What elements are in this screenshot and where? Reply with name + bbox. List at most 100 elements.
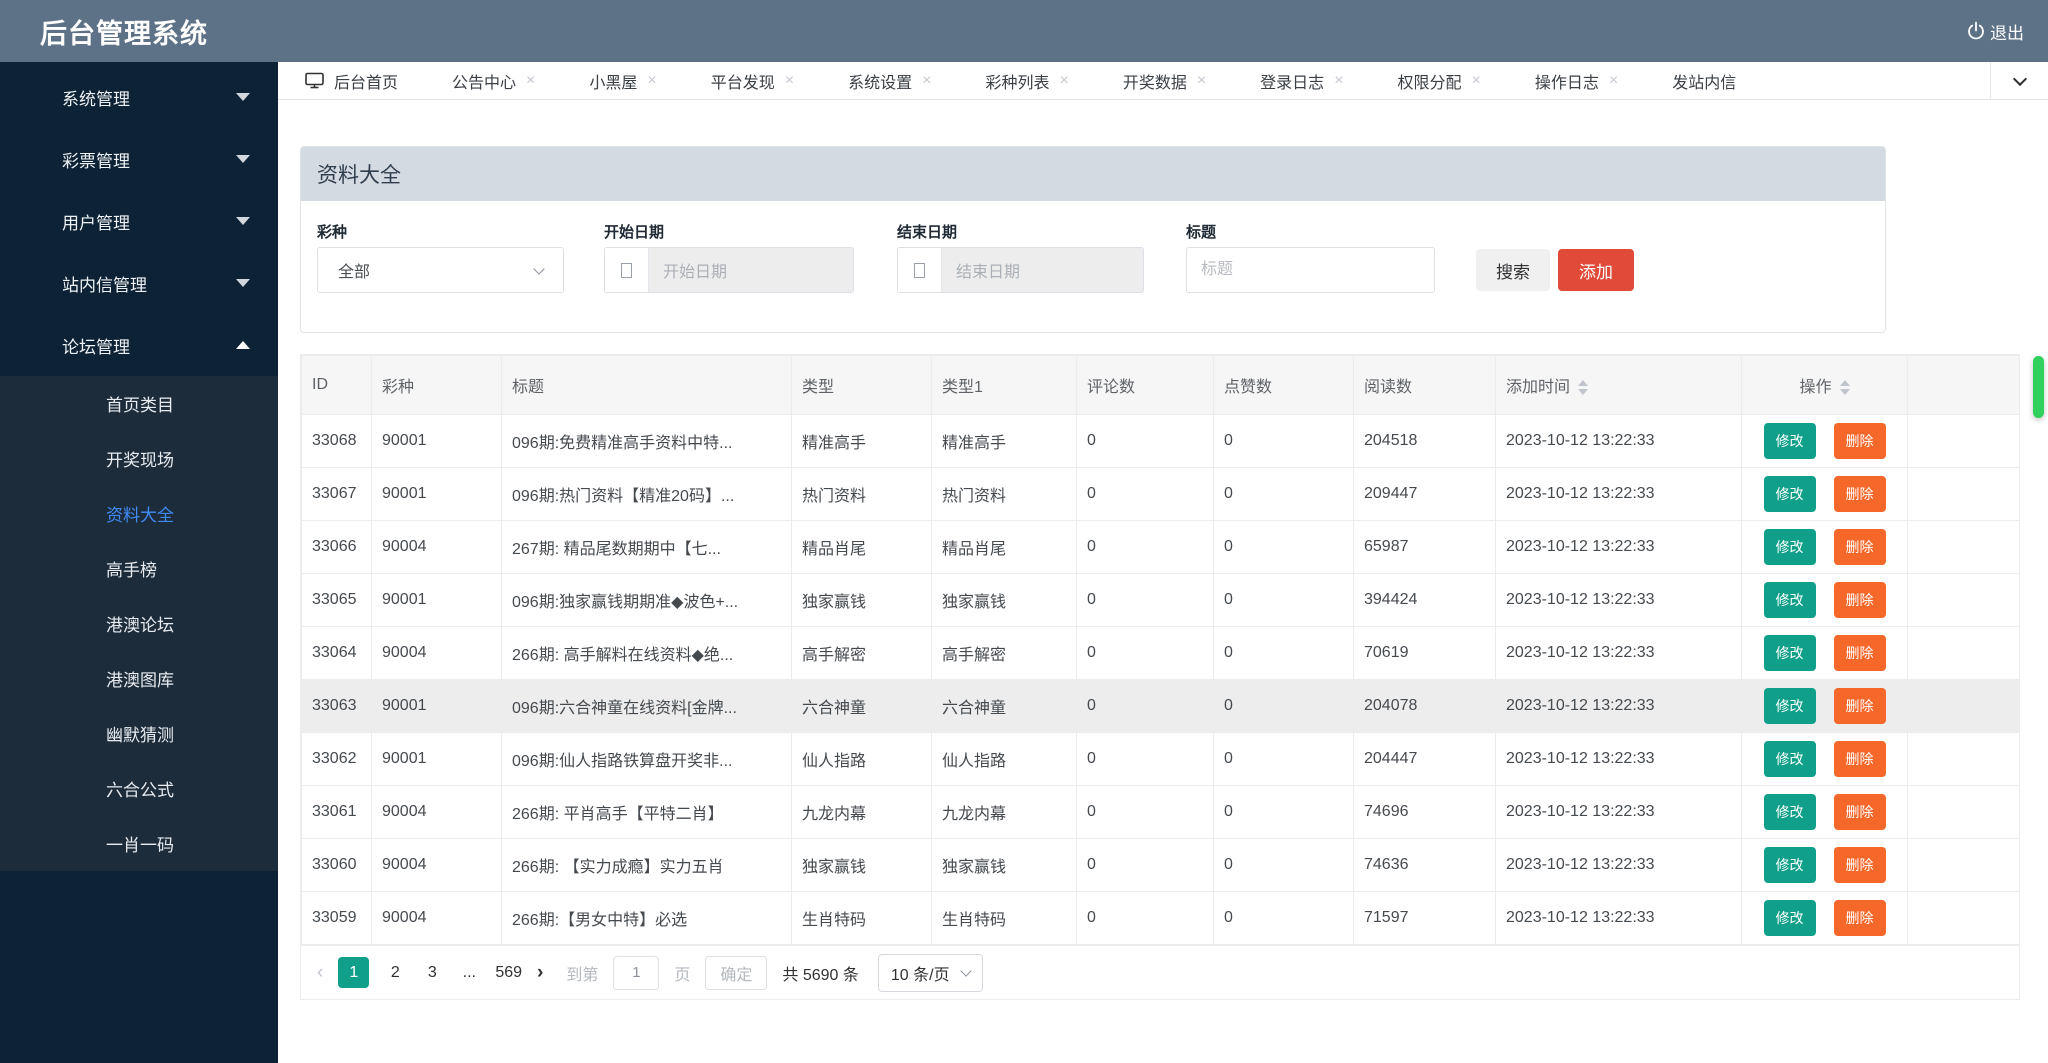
- sidebar-item-资料大全[interactable]: 资料大全: [0, 486, 278, 541]
- edit-button[interactable]: 修改: [1764, 794, 1816, 830]
- cell-lottery: 90001: [372, 574, 502, 627]
- close-icon[interactable]: ×: [1609, 73, 1618, 89]
- cell-filler: [1908, 415, 2020, 468]
- end-date-input[interactable]: 结束日期: [897, 247, 1144, 293]
- page-button-2[interactable]: 2: [384, 964, 406, 982]
- sidebar-group-4[interactable]: 站内信管理: [0, 252, 278, 314]
- page-button-569[interactable]: 569: [495, 964, 522, 982]
- sidebar-group-label: 论坛管理: [62, 333, 130, 358]
- logout-button[interactable]: 退出: [1958, 0, 2032, 62]
- delete-button[interactable]: 删除: [1834, 847, 1886, 883]
- sort-icon[interactable]: [1840, 380, 1850, 395]
- tab-home[interactable]: 后台首页: [278, 62, 425, 99]
- tab-发站内信[interactable]: 发站内信: [1645, 62, 1763, 99]
- sort-icon[interactable]: [1578, 380, 1588, 395]
- edit-button[interactable]: 修改: [1764, 847, 1816, 883]
- delete-button[interactable]: 删除: [1834, 423, 1886, 459]
- delete-button[interactable]: 删除: [1834, 582, 1886, 618]
- add-button[interactable]: 添加: [1558, 249, 1634, 291]
- cell-title: 266期: 高手解料在线资料◆绝...: [502, 627, 792, 680]
- search-button[interactable]: 搜索: [1476, 249, 1550, 291]
- delete-button[interactable]: 删除: [1834, 529, 1886, 565]
- tab-list-dropdown-button[interactable]: [1990, 62, 2048, 100]
- close-icon[interactable]: ×: [1472, 73, 1481, 89]
- cell-type: 独家赢钱: [792, 839, 932, 892]
- sidebar-group-5[interactable]: 论坛管理: [0, 314, 278, 376]
- sidebar-item-首页类目[interactable]: 首页类目: [0, 376, 278, 431]
- cell-time: 2023-10-12 13:22:33: [1496, 680, 1742, 733]
- tab-系统设置[interactable]: 系统设置×: [821, 62, 958, 99]
- page-size-select[interactable]: 10 条/页: [878, 954, 983, 992]
- delete-button[interactable]: 删除: [1834, 741, 1886, 777]
- edit-button[interactable]: 修改: [1764, 582, 1816, 618]
- sidebar-item-一肖一码[interactable]: 一肖一码: [0, 816, 278, 871]
- tab-彩种列表[interactable]: 彩种列表×: [958, 62, 1095, 99]
- cell-actions: 修改删除: [1742, 680, 1908, 733]
- tab-操作日志[interactable]: 操作日志×: [1508, 62, 1645, 99]
- edit-button[interactable]: 修改: [1764, 741, 1816, 777]
- cell-likes: 0: [1214, 892, 1354, 945]
- tab-小黑屋[interactable]: 小黑屋×: [562, 62, 683, 99]
- cell-title: 096期:热门资料【精准20码】...: [502, 468, 792, 521]
- edit-button[interactable]: 修改: [1764, 635, 1816, 671]
- chevron-down-icon: [236, 217, 250, 225]
- sidebar-group-2[interactable]: 彩票管理: [0, 128, 278, 190]
- cell-comments: 0: [1077, 521, 1214, 574]
- column-header-label: 类型1: [942, 379, 983, 396]
- page-button-1[interactable]: 1: [338, 957, 369, 988]
- sidebar-item-港澳论坛[interactable]: 港澳论坛: [0, 596, 278, 651]
- tab-开奖数据[interactable]: 开奖数据×: [1096, 62, 1233, 99]
- sidebar-group-1[interactable]: 系统管理: [0, 66, 278, 128]
- delete-button[interactable]: 删除: [1834, 476, 1886, 512]
- close-icon[interactable]: ×: [785, 73, 794, 89]
- close-icon[interactable]: ×: [647, 73, 656, 89]
- edit-button[interactable]: 修改: [1764, 529, 1816, 565]
- page-button-3[interactable]: 3: [421, 964, 443, 982]
- column-header-操作[interactable]: 操作: [1742, 356, 1908, 415]
- start-date-input[interactable]: 开始日期: [604, 247, 854, 293]
- cell-comments: 0: [1077, 839, 1214, 892]
- cell-time: 2023-10-12 13:22:33: [1496, 627, 1742, 680]
- prev-page-button[interactable]: ‹: [317, 962, 323, 984]
- tab-平台发现[interactable]: 平台发现 ×: [684, 62, 821, 99]
- goto-confirm-button[interactable]: 确定: [705, 956, 767, 990]
- close-icon[interactable]: ×: [1334, 73, 1343, 89]
- close-icon[interactable]: ×: [526, 73, 535, 89]
- vertical-scrollbar-thumb[interactable]: [2033, 356, 2044, 418]
- cell-filler: [1908, 839, 2020, 892]
- edit-button[interactable]: 修改: [1764, 688, 1816, 724]
- lottery-select-value: 全部: [338, 258, 370, 282]
- close-icon[interactable]: ×: [1059, 73, 1068, 89]
- delete-button[interactable]: 删除: [1834, 635, 1886, 671]
- column-header-添加时间[interactable]: 添加时间: [1496, 356, 1742, 415]
- close-icon[interactable]: ×: [922, 73, 931, 89]
- tab-公告中心[interactable]: 公告中心×: [425, 62, 562, 99]
- cell-time: 2023-10-12 13:22:33: [1496, 415, 1742, 468]
- tab-权限分配[interactable]: 权限分配×: [1371, 62, 1508, 99]
- tab-登录日志[interactable]: 登录日志×: [1233, 62, 1370, 99]
- delete-button[interactable]: 删除: [1834, 794, 1886, 830]
- sidebar-item-六合公式[interactable]: 六合公式: [0, 761, 278, 816]
- edit-button[interactable]: 修改: [1764, 476, 1816, 512]
- next-page-button[interactable]: ›: [537, 962, 543, 984]
- sidebar-item-幽默猜测[interactable]: 幽默猜测: [0, 706, 278, 761]
- cell-actions: 修改删除: [1742, 786, 1908, 839]
- goto-page-input[interactable]: [613, 956, 659, 990]
- panel-title: 资料大全: [301, 147, 1885, 201]
- sidebar-group-3[interactable]: 用户管理: [0, 190, 278, 252]
- sidebar-item-开奖现场[interactable]: 开奖现场: [0, 431, 278, 486]
- lottery-select[interactable]: 全部: [317, 247, 564, 293]
- delete-button[interactable]: 删除: [1834, 688, 1886, 724]
- edit-button[interactable]: 修改: [1764, 900, 1816, 936]
- sidebar-item-港澳图库[interactable]: 港澳图库: [0, 651, 278, 706]
- delete-button[interactable]: 删除: [1834, 900, 1886, 936]
- cell-actions: 修改删除: [1742, 892, 1908, 945]
- title-filter-label: 标题: [1186, 221, 1216, 242]
- close-icon[interactable]: ×: [1197, 73, 1206, 89]
- sidebar-item-高手榜[interactable]: 高手榜: [0, 541, 278, 596]
- title-input[interactable]: [1187, 248, 1434, 292]
- cell-id: 33061: [302, 786, 372, 839]
- edit-button[interactable]: 修改: [1764, 423, 1816, 459]
- chevron-down-icon: [2012, 72, 2026, 86]
- tab-label: 平台发现: [711, 69, 775, 93]
